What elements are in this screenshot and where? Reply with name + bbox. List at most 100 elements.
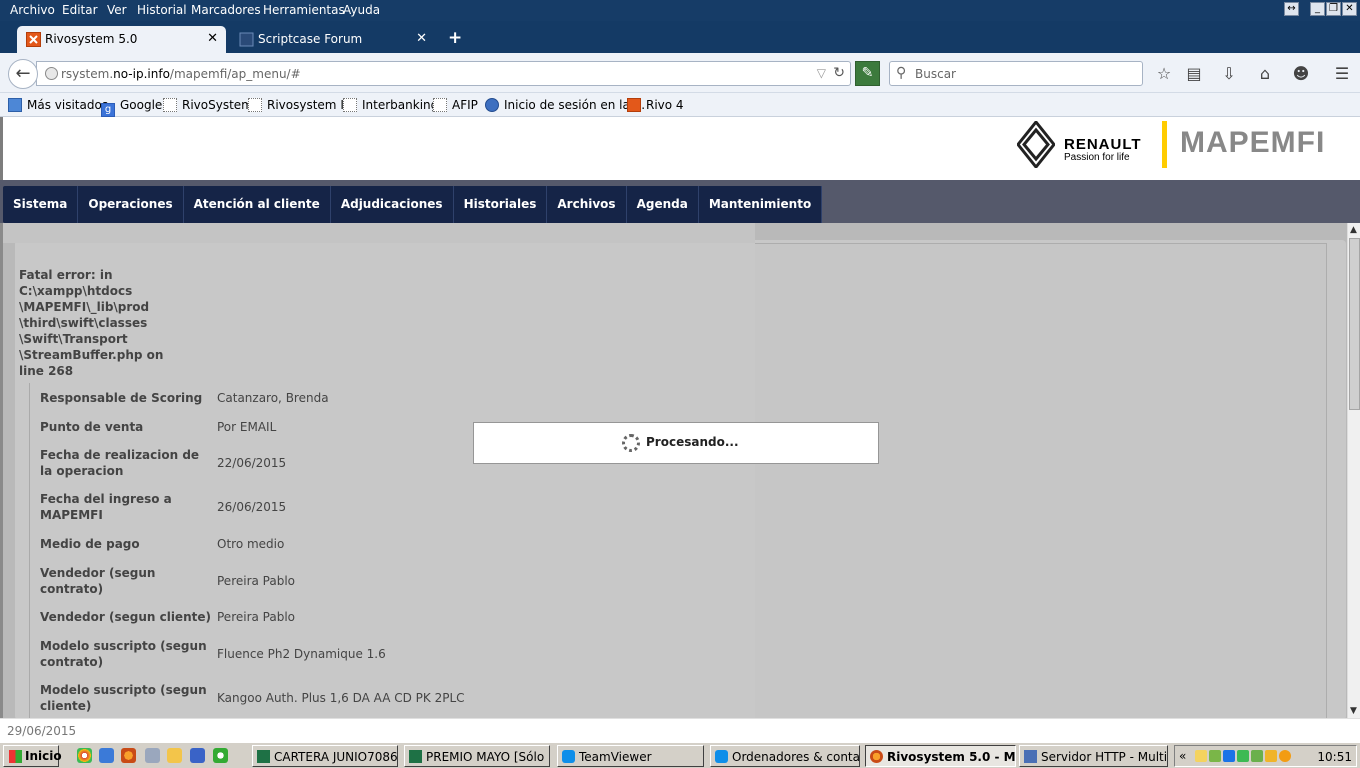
firefox-icon	[870, 750, 883, 763]
scroll-thumb[interactable]	[1349, 238, 1360, 410]
page-scrollbar[interactable]: ▲ ▼	[1347, 223, 1360, 718]
resize-icon[interactable]: ↔	[1284, 2, 1299, 16]
bookmark-rivosystem[interactable]: RivoSystem	[163, 98, 253, 112]
explorer-folder-icon[interactable]	[167, 748, 182, 763]
media-player-icon[interactable]	[213, 748, 228, 763]
teamviewer-icon	[562, 750, 575, 763]
chrome-icon[interactable]	[77, 748, 92, 763]
calculator-icon[interactable]	[145, 748, 160, 763]
multidesk-icon	[1024, 750, 1037, 763]
field-label: Modelo suscripto (segun contrato)	[40, 639, 207, 669]
network-icon[interactable]	[1209, 750, 1221, 762]
tab-rivosystem[interactable]: Rivosystem 5.0 ✕	[17, 26, 226, 53]
scroll-down-icon[interactable]: ▼	[1350, 706, 1357, 716]
menu-ayuda[interactable]: Ayuda	[343, 3, 380, 17]
mail-icon[interactable]	[1195, 750, 1207, 762]
windows-taskbar: Inicio CARTERA JUNIO7086... PREMIO MAYO …	[0, 742, 1360, 768]
form-row: Vendedor (segun contrato) Pereira Pablo	[30, 559, 771, 602]
nav-agenda[interactable]: Agenda	[627, 186, 699, 223]
search-input[interactable]: ⚲ Buscar	[889, 61, 1143, 86]
nav-adjudicaciones[interactable]: Adjudicaciones	[331, 186, 454, 223]
bookmark-mas-visitados[interactable]: Más visitados	[8, 98, 108, 112]
brand-name: RENAULT	[1064, 136, 1142, 153]
back-button[interactable]: ←	[8, 59, 38, 89]
outlook-icon[interactable]	[190, 748, 205, 763]
rivo-favicon-icon	[26, 32, 41, 47]
field-label: Fecha de realizacion de la operacion	[40, 448, 200, 478]
processing-text: Procesando...	[646, 435, 739, 449]
field-value: Otro medio	[217, 537, 285, 551]
maximize-icon[interactable]: ❐	[1326, 2, 1341, 16]
bookmark-rivo-4[interactable]: Rivo 4	[627, 98, 684, 112]
internet-explorer-icon[interactable]	[99, 748, 114, 763]
nav-mantenimiento[interactable]: Mantenimiento	[699, 186, 823, 223]
scroll-up-icon[interactable]: ▲	[1350, 225, 1357, 235]
bookmark-inicio-sesion[interactable]: Inicio de sesión en la ...	[485, 98, 645, 112]
field-label: Medio de pago	[40, 537, 140, 551]
nav-sistema[interactable]: Sistema	[3, 186, 79, 223]
web-page: RENAULT Passion for life MAPEMFI Sistema…	[0, 117, 1360, 718]
globe-icon	[45, 67, 58, 80]
tray-expand-icon[interactable]: «	[1179, 749, 1186, 763]
nav-atencion-cliente[interactable]: Atención al cliente	[184, 186, 331, 223]
system-tray: « 10:51	[1174, 745, 1357, 767]
spinner-icon	[622, 434, 640, 452]
close-tab-icon[interactable]: ✕	[207, 31, 218, 46]
nav-historiales[interactable]: Historiales	[454, 186, 548, 223]
form-row: Vendedor (segun cliente) Pereira Pablo	[30, 602, 771, 632]
taskbar-item-premio[interactable]: PREMIO MAYO [Sólo l...	[404, 745, 550, 767]
close-window-icon[interactable]: ✕	[1342, 2, 1357, 16]
page-icon	[248, 98, 262, 112]
taskbar-item-rivosystem[interactable]: Rivosystem 5.0 - M...	[865, 745, 1016, 767]
bookmark-star-icon[interactable]: ☆	[1153, 64, 1175, 83]
reload-icon[interactable]: ↻	[833, 65, 845, 81]
home-icon[interactable]: ⌂	[1254, 64, 1276, 83]
chat-icon[interactable]: ☻	[1290, 64, 1312, 83]
menu-marcadores[interactable]: Marcadores	[191, 3, 261, 17]
notification-icon[interactable]	[1279, 750, 1291, 762]
teamviewer-tray-icon[interactable]	[1223, 750, 1235, 762]
excel-icon	[257, 750, 270, 763]
url-text[interactable]: rsystem.no-ip.info/mapemfi/ap_menu/#	[61, 67, 301, 81]
tab-scriptcase-forum[interactable]: Scriptcase Forum ✕	[230, 26, 435, 53]
field-value: 26/06/2015	[217, 500, 287, 514]
update-icon[interactable]	[1251, 750, 1263, 762]
rivo-icon	[627, 98, 641, 112]
download-icon[interactable]: ⇩	[1218, 64, 1240, 83]
dropdown-arrow-icon[interactable]: ▽	[817, 66, 826, 80]
bookmark-afip[interactable]: AFIP	[433, 98, 478, 112]
bookmark-rivosystem-ii[interactable]: Rivosystem II	[248, 98, 347, 112]
page-icon	[433, 98, 447, 112]
addon-button[interactable]: ✎	[855, 61, 880, 86]
bookmark-interbanking[interactable]: Interbanking	[343, 98, 438, 112]
antivirus-icon[interactable]	[1237, 750, 1249, 762]
taskbar-item-cartera[interactable]: CARTERA JUNIO7086...	[252, 745, 398, 767]
start-button[interactable]: Inicio	[3, 745, 62, 767]
taskbar-item-teamviewer[interactable]: TeamViewer	[557, 745, 704, 767]
hamburger-menu-icon[interactable]: ☰	[1331, 64, 1353, 83]
app-logo: MAPEMFI	[1180, 126, 1326, 159]
firefox-icon[interactable]	[121, 748, 136, 763]
nav-operaciones[interactable]: Operaciones	[78, 186, 184, 223]
bookmark-google[interactable]: g Google	[101, 98, 162, 117]
close-tab-icon[interactable]: ✕	[416, 31, 427, 46]
minimize-icon[interactable]: _	[1310, 2, 1325, 16]
top-strip	[3, 223, 755, 243]
menu-herramientas[interactable]: Herramientas	[263, 3, 345, 17]
menu-archivo[interactable]: Archivo	[10, 3, 55, 17]
taskbar-item-ordenadores[interactable]: Ordenadores & contactos	[710, 745, 860, 767]
new-tab-icon[interactable]: +	[448, 28, 462, 48]
menu-bar: Archivo Editar Ver Historial Marcadores …	[0, 0, 1360, 21]
menu-editar[interactable]: Editar	[62, 3, 98, 17]
reading-list-icon[interactable]: ▤	[1183, 64, 1205, 83]
form-row: Responsable de Scoring Catanzaro, Brenda	[30, 383, 771, 412]
url-bar[interactable]: rsystem.no-ip.info/mapemfi/ap_menu/# ▽ ↻	[36, 61, 851, 86]
taskbar-item-servidor-http[interactable]: Servidor HTTP - MultiDesk	[1019, 745, 1168, 767]
menu-ver[interactable]: Ver	[107, 3, 127, 17]
bookmarks-bar: Más visitados g Google RivoSystem Rivosys…	[0, 93, 1360, 117]
menu-historial[interactable]: Historial	[137, 3, 187, 17]
nav-archivos[interactable]: Archivos	[547, 186, 627, 223]
field-value: Pereira Pablo	[217, 573, 296, 588]
folder-sync-icon[interactable]	[1265, 750, 1277, 762]
field-label: Vendedor (segun cliente)	[40, 610, 211, 624]
